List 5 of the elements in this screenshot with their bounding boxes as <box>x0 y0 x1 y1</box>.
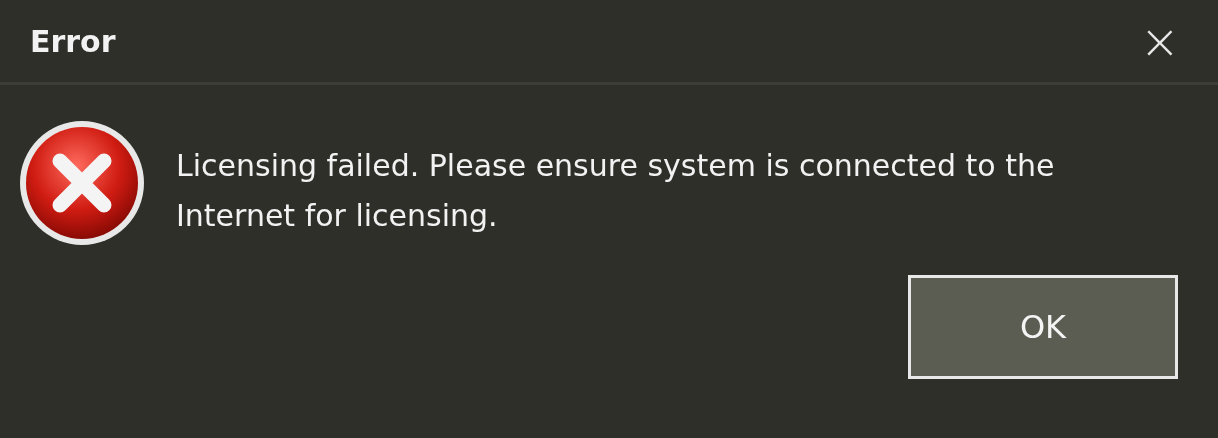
error-icon <box>18 119 146 247</box>
ok-button[interactable]: OK <box>908 275 1178 379</box>
window-title: Error <box>30 23 116 59</box>
close-button[interactable]: × <box>1131 17 1188 65</box>
error-message: Licensing failed. Please ensure system is connected to the Internet for licensing. <box>176 147 1056 235</box>
